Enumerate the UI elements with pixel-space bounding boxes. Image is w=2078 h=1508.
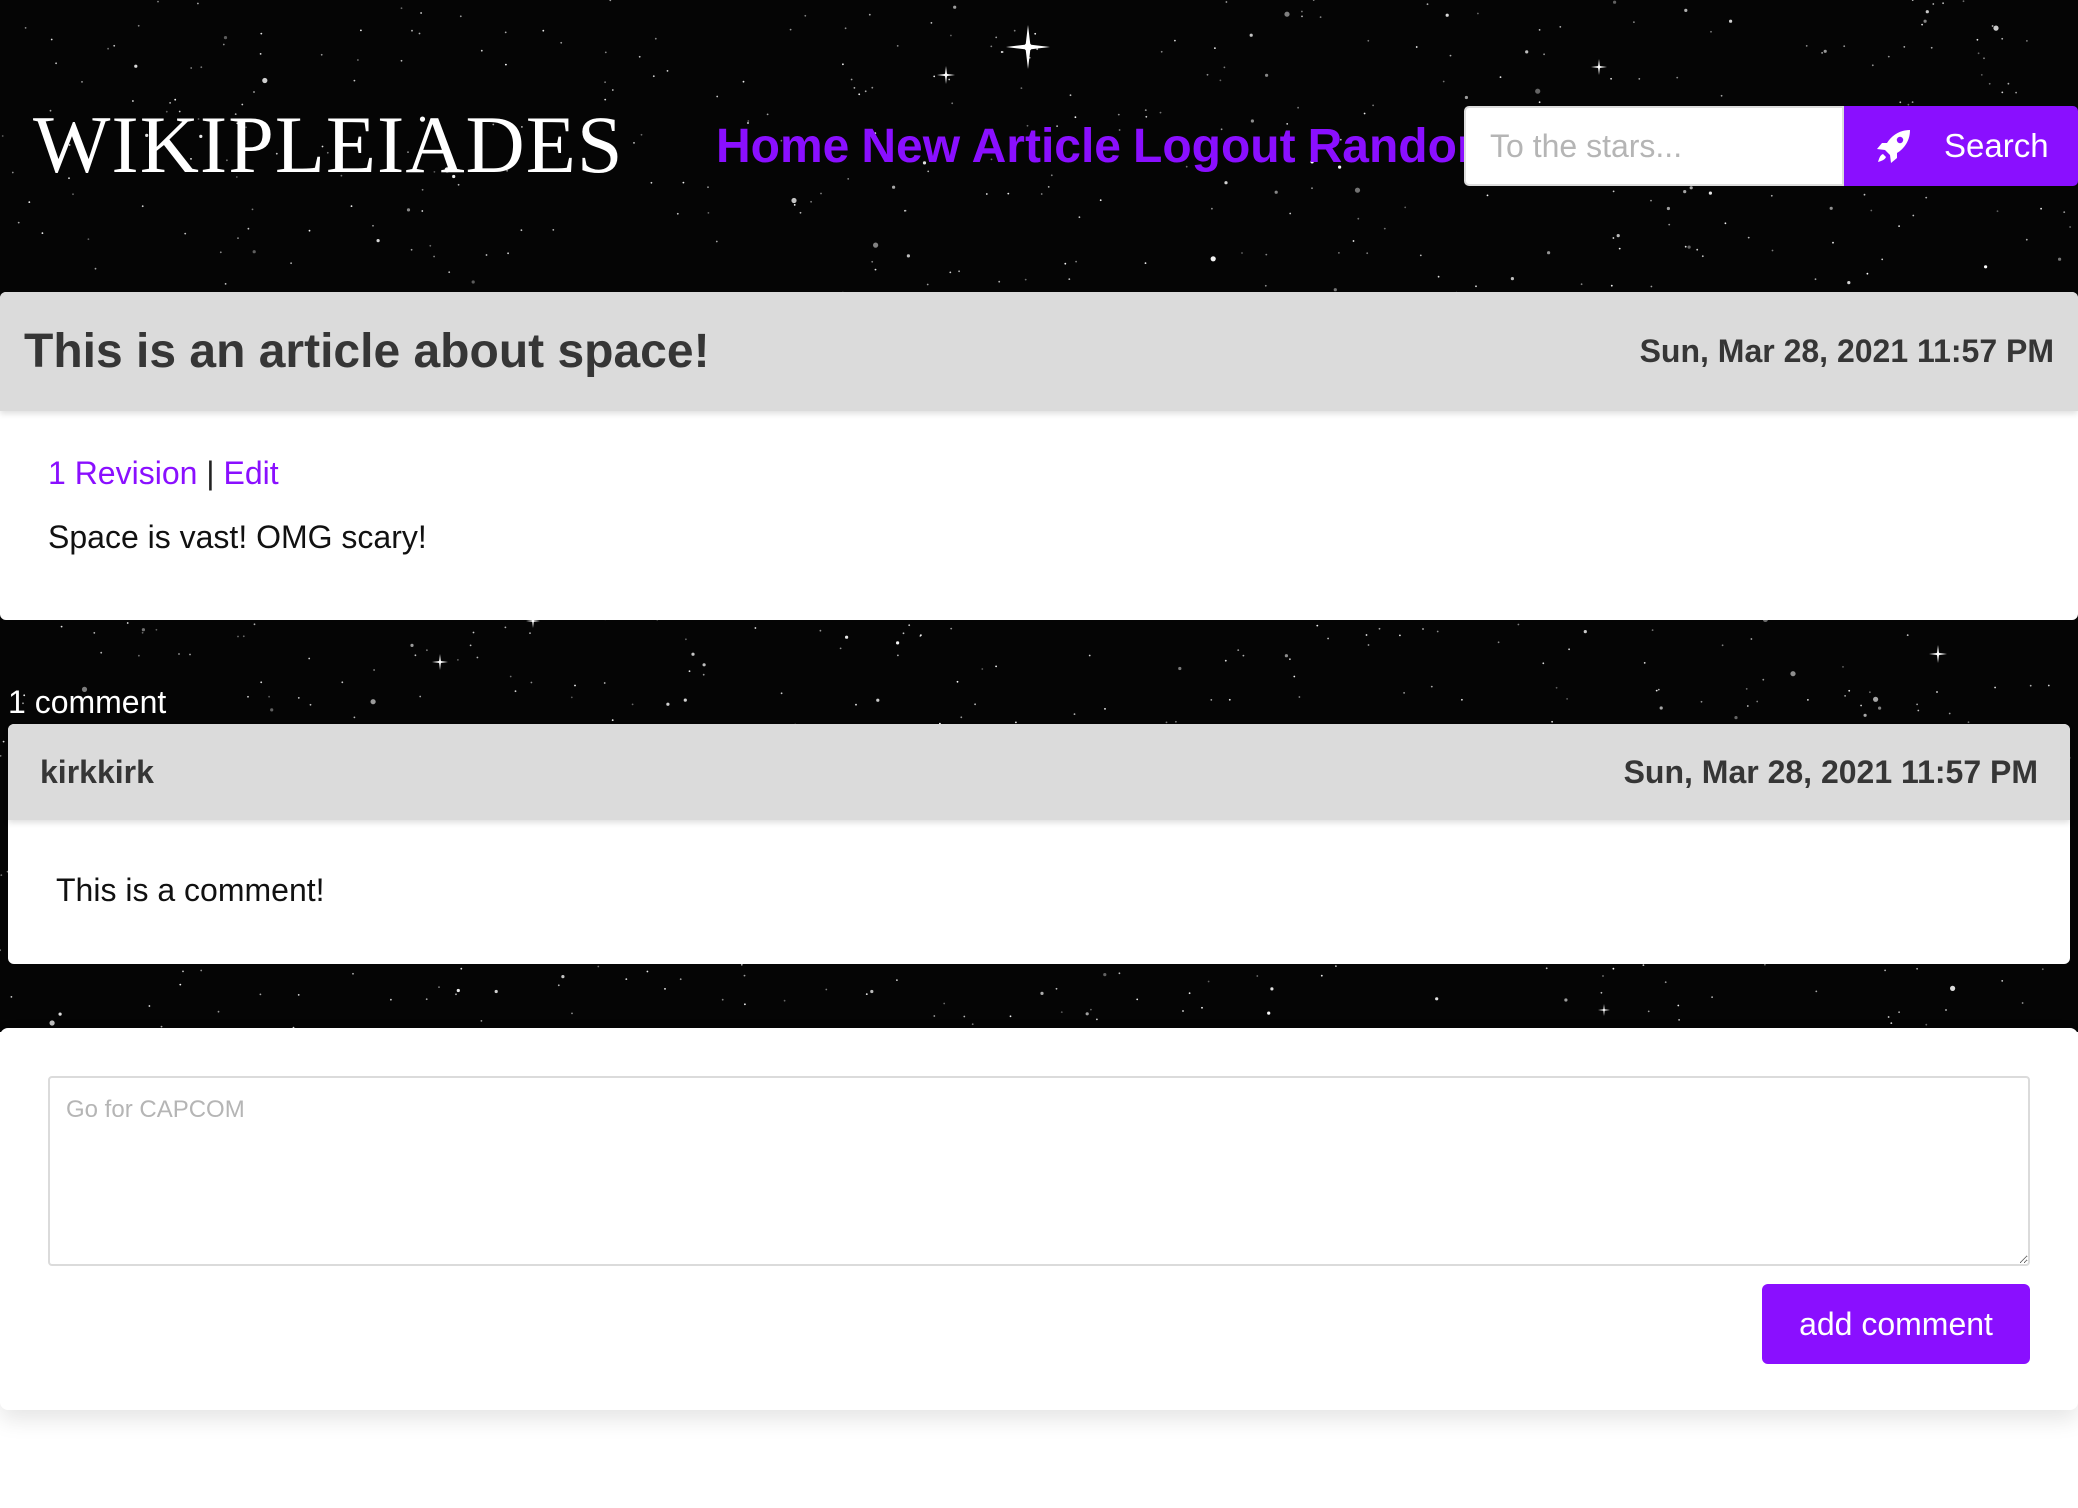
comment-text: This is a comment!: [56, 872, 325, 908]
revisions-link[interactable]: 1 Revision: [48, 455, 197, 491]
article-content: Space is vast! OMG scary!: [48, 519, 427, 555]
article-title: This is an article about space!: [24, 325, 710, 378]
article-card: This is an article about space! Sun, Mar…: [0, 292, 2078, 620]
main-nav: Home New Article Logout Random: [716, 118, 1500, 176]
comment-date: Sun, Mar 28, 2021 11:57 PM: [1623, 753, 2038, 790]
link-separator: |: [206, 455, 215, 491]
search-input[interactable]: [1464, 106, 1844, 186]
edit-link[interactable]: Edit: [224, 455, 279, 491]
nav-home-link[interactable]: Home: [716, 118, 849, 176]
article-body: 1 Revision | Edit Space is vast! OMG sca…: [0, 411, 2078, 559]
search-form: Search: [1464, 106, 2078, 186]
article-actions: 1 Revision | Edit: [48, 451, 2030, 495]
add-comment-button[interactable]: add comment: [1762, 1284, 2030, 1364]
search-button-label: Search: [1944, 127, 2049, 164]
search-button[interactable]: Search: [1844, 106, 2078, 186]
article-date: Sun, Mar 28, 2021 11:57 PM: [1639, 333, 2054, 369]
comment-textarea[interactable]: [48, 1076, 2030, 1266]
article-header: This is an article about space! Sun, Mar…: [0, 292, 2078, 411]
comment-count: 1 comment: [8, 684, 167, 720]
nav-new-article-link[interactable]: New Article: [861, 118, 1121, 176]
site-logo[interactable]: WIKIPLEIADES: [33, 104, 623, 186]
comment-card: kirkkirk Sun, Mar 28, 2021 11:57 PM This…: [8, 724, 2070, 964]
comment-author: kirkkirk: [40, 753, 154, 790]
nav-logout-link[interactable]: Logout: [1133, 118, 1296, 176]
site-header: WIKIPLEIADES Home New Article Logout Ran…: [0, 0, 2078, 292]
comment-header: kirkkirk Sun, Mar 28, 2021 11:57 PM: [8, 724, 2070, 820]
rocket-icon: [1874, 126, 1914, 166]
